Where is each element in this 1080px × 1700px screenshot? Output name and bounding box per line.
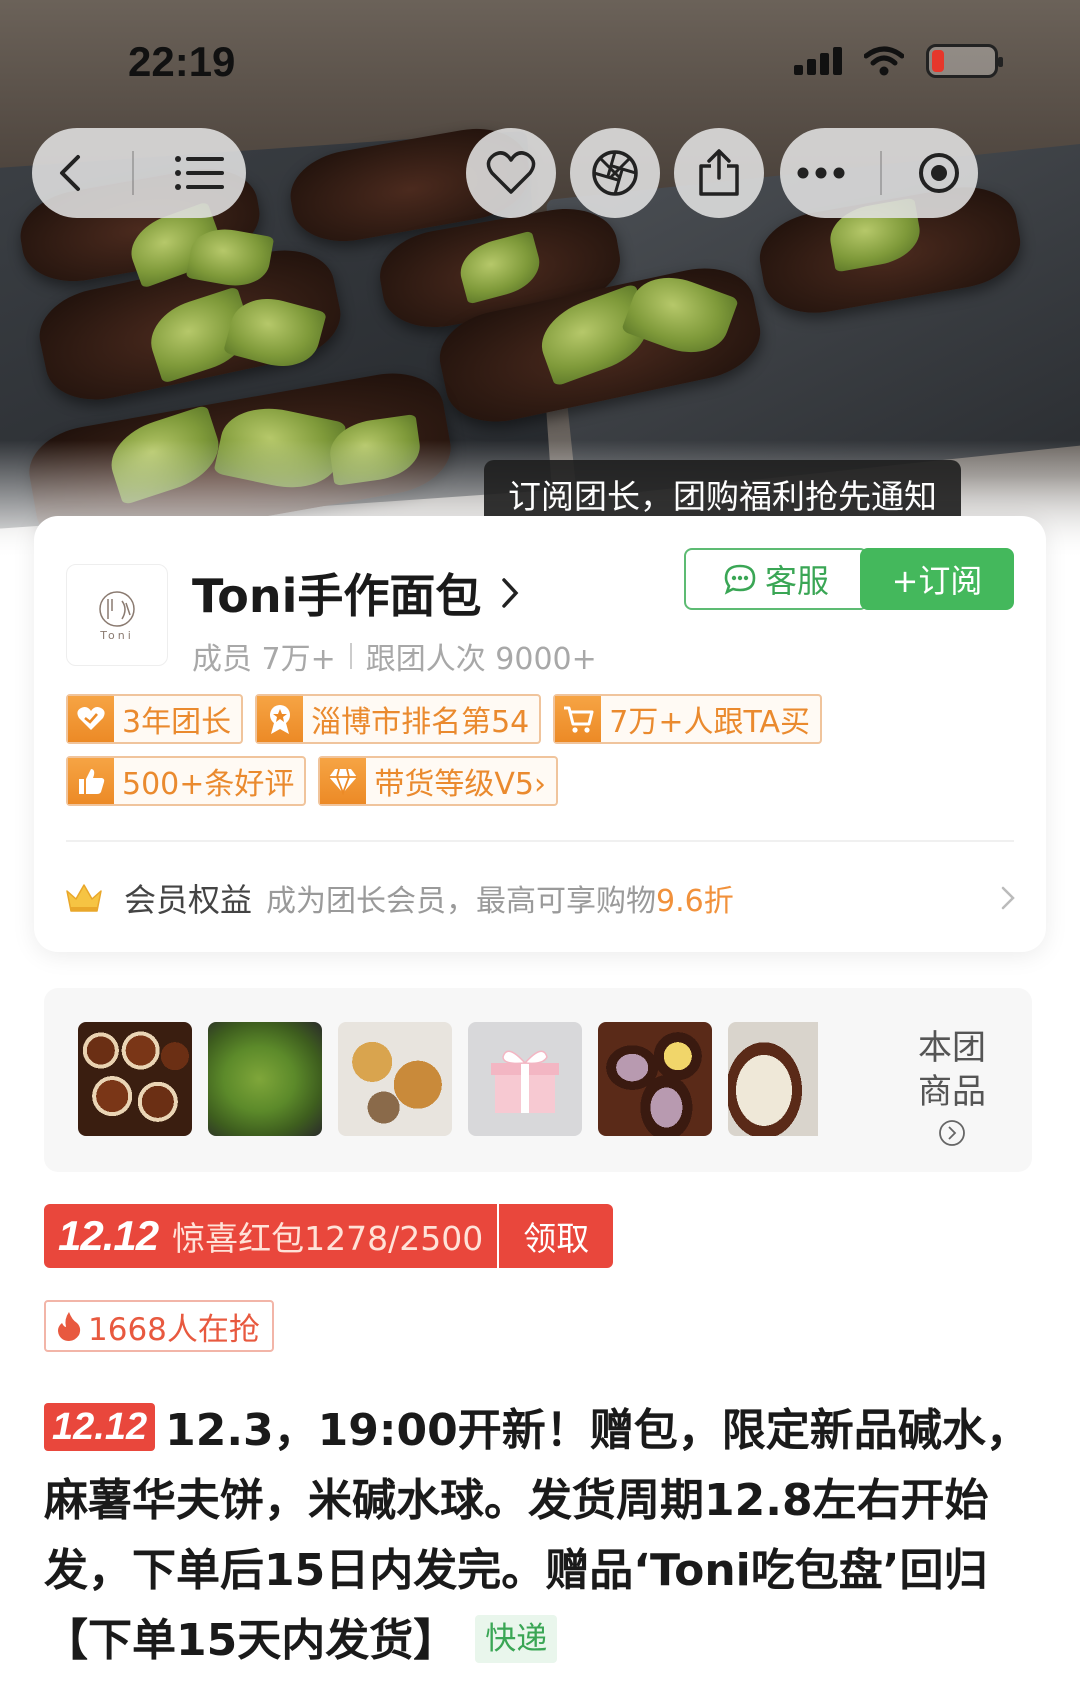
- badge-level-text: 带货等级V5›: [374, 767, 547, 802]
- diamond-icon: [320, 758, 367, 804]
- red-packet-banner: 12.12 惊喜红包1278/2500 领取: [44, 1204, 614, 1268]
- menu-icon[interactable]: [174, 153, 226, 193]
- thumbs-up-icon: [68, 758, 114, 804]
- cart-icon: [555, 696, 602, 742]
- product-thumb-waffles[interactable]: [338, 1022, 452, 1136]
- customer-service-label: 客服: [764, 562, 829, 600]
- badge-years-text: 3年团长: [122, 705, 232, 740]
- all-goods-label-1: 本团: [918, 1028, 986, 1068]
- wifi-icon: [864, 46, 904, 76]
- heart-icon: [486, 151, 536, 194]
- badge-rank[interactable]: 淄博市排名第54: [255, 694, 542, 744]
- member-benefits-desc-text: 成为团长会员，最高可享购物: [266, 884, 657, 919]
- store-name-text: Toni手作面包: [192, 569, 482, 623]
- product-thumb-filled-bun[interactable]: [728, 1022, 818, 1136]
- status-time: 22:19: [128, 38, 236, 85]
- hot-badge-text: 1668人在抢: [88, 1311, 260, 1348]
- member-benefits-row[interactable]: 会员权益 成为团长会员，最高可享购物9.6折: [64, 870, 1016, 926]
- double-twelve-tag: 12.12: [44, 1403, 156, 1451]
- favorite-button[interactable]: [466, 128, 556, 218]
- badge-level[interactable]: 带货等级V5›: [318, 756, 559, 806]
- badge-years[interactable]: 3年团长: [66, 694, 244, 744]
- back-icon[interactable]: [52, 153, 92, 193]
- product-description: 12.12 12.3，19:00开新！赠包，限定新品碱水，麻薯华夫饼，米碱水球。发…: [44, 1396, 1038, 1676]
- product-thumb-matcha-bread[interactable]: [208, 1022, 322, 1136]
- product-thumb-gift-box[interactable]: [468, 1022, 582, 1136]
- member-count: 成员 7万+: [192, 642, 336, 677]
- badge-buyers-text: 7万+人跟TA买: [609, 705, 811, 740]
- store-card: Toni Toni手作面包 成员 7万+ 跟团人次 9000+ 客服 +订阅 3…: [34, 516, 1046, 952]
- chevron-right-icon: [1001, 886, 1015, 910]
- battery-icon: [926, 44, 1003, 78]
- nav-left-pill: [32, 128, 246, 218]
- member-benefits-title: 会员权益: [124, 881, 253, 919]
- flame-icon: [58, 1312, 81, 1341]
- goods-strip: 本团 商品: [44, 988, 1032, 1172]
- claim-button[interactable]: 领取: [499, 1204, 614, 1268]
- nav-right-pill: [780, 128, 978, 218]
- store-logo[interactable]: Toni: [66, 564, 168, 666]
- store-name[interactable]: Toni手作面包: [192, 560, 521, 626]
- share-button[interactable]: [674, 128, 764, 218]
- stat-divider: [349, 643, 352, 669]
- badge-reviews[interactable]: 500+条好评: [66, 756, 307, 806]
- all-goods-link[interactable]: 本团 商品: [912, 1026, 992, 1158]
- member-benefits-desc: 成为团长会员，最高可享购物9.6折: [266, 876, 734, 920]
- logo-mark-icon: [99, 590, 135, 627]
- store-stats: 成员 7万+ 跟团人次 9000+: [192, 634, 597, 678]
- chat-icon: [724, 564, 756, 595]
- badge-reviews-text: 500+条好评: [122, 767, 295, 802]
- share-icon: [699, 149, 739, 196]
- store-badges: 3年团长 淄博市排名第54 7万+人跟TA买 500+条好评 带货等级V5›: [66, 694, 1026, 818]
- subscribe-button[interactable]: +订阅: [860, 548, 1014, 610]
- all-goods-label-2: 商品: [918, 1072, 986, 1112]
- red-packet-text: 惊喜红包1278/2500: [172, 1219, 484, 1258]
- card-divider: [66, 840, 1014, 842]
- badge-buyers[interactable]: 7万+人跟TA买: [553, 694, 823, 744]
- member-discount: 9.6折: [656, 884, 734, 919]
- product-thumb-pretzel-balls[interactable]: [78, 1022, 192, 1136]
- chevron-right-icon: [502, 578, 519, 608]
- badge-rank-text: 淄博市排名第54: [311, 705, 530, 740]
- aperture-button[interactable]: [570, 128, 660, 218]
- heart-badge-icon: [68, 696, 114, 742]
- shipping-tag: 快递: [475, 1615, 558, 1663]
- customer-service-button[interactable]: 客服: [684, 548, 868, 610]
- status-icons: [794, 44, 1003, 78]
- product-thumb-pretzel-sandwich[interactable]: [598, 1022, 712, 1136]
- medal-icon: [257, 696, 304, 742]
- gift-box-icon: [491, 1050, 559, 1113]
- hot-badge: 1668人在抢: [44, 1300, 274, 1352]
- participation-count: 跟团人次 9000+: [365, 642, 597, 677]
- aperture-icon: [592, 150, 638, 196]
- crown-icon: [66, 884, 102, 912]
- more-icon[interactable]: [797, 166, 845, 180]
- red-packet-info: 12.12 惊喜红包1278/2500: [44, 1204, 498, 1268]
- signal-icon: [794, 47, 842, 75]
- circle-chevron-icon: [939, 1120, 965, 1146]
- logo-text: Toni: [100, 628, 134, 642]
- target-icon[interactable]: [917, 151, 961, 195]
- double-twelve-logo: 12.12: [58, 1212, 159, 1259]
